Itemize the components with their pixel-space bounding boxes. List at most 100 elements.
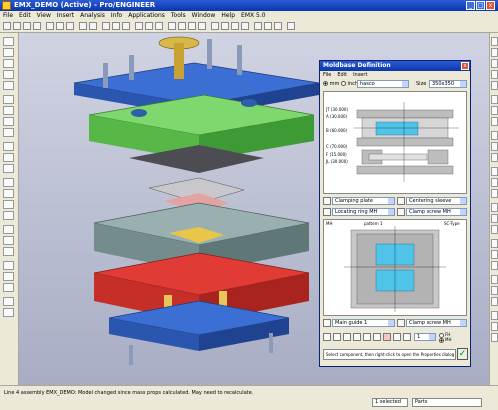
paste-icon[interactable] [66,22,74,30]
bom-icon[interactable] [3,164,14,173]
menu-info[interactable]: Info [108,11,125,20]
lifter-icon[interactable] [3,142,14,151]
feature-icon-23[interactable] [491,297,498,306]
feature-icon-12[interactable] [491,167,498,176]
info-icon[interactable] [274,22,282,30]
clamp-screw-select[interactable]: Clamp screw MH [406,208,467,216]
menu-edit[interactable]: Edit [16,11,34,20]
properties-icon[interactable] [363,333,371,341]
dialog-menu-insert[interactable]: Insert [350,72,370,78]
feature-icon-18[interactable] [491,239,498,248]
no-hidden-icon[interactable] [188,22,196,30]
round-icon[interactable] [3,272,14,281]
menu-help[interactable]: Help [218,11,238,20]
undo-icon[interactable] [79,22,87,30]
locating-ring-select[interactable]: Locating ring MH [332,208,395,216]
feature-icon-14[interactable] [491,189,498,198]
feature-icon-22[interactable] [491,286,498,295]
feature-icon-15[interactable] [491,203,498,212]
drawing-icon[interactable] [3,153,14,162]
revolve-icon[interactable] [3,236,14,245]
inch-radio[interactable] [340,81,346,86]
pattern-icon[interactable] [3,297,14,306]
menu-analysis[interactable]: Analysis [77,11,108,20]
feature-icon-24[interactable] [491,311,498,320]
save-component-icon[interactable] [343,333,351,341]
clamping-plate-select[interactable]: Clamping plate [332,197,395,205]
minimize-button[interactable]: _ [466,1,475,10]
component-icon[interactable] [3,48,14,57]
dialog-menu-file[interactable]: File [320,72,334,78]
sweep-icon[interactable] [3,247,14,256]
vendor-select[interactable]: hasco [357,80,409,88]
feature-icon-5[interactable] [491,81,498,90]
repaint-icon[interactable] [112,22,120,30]
wireframe-icon[interactable] [168,22,176,30]
chamfer-icon[interactable] [3,283,14,292]
feature-icon-2[interactable] [491,48,498,57]
plate-icon[interactable] [3,70,14,79]
datum-axis-icon[interactable] [221,22,229,30]
feature-icon-10[interactable] [491,142,498,151]
feature-icon-7[interactable] [491,106,498,115]
size-select[interactable]: 350x350 [429,80,467,88]
menu-window[interactable]: Window [189,11,219,20]
measure-icon[interactable] [264,22,272,30]
extrude-icon[interactable] [3,225,14,234]
mirror-icon[interactable] [3,308,14,317]
feature-icon-19[interactable] [491,250,498,259]
coord-sys-icon[interactable] [241,22,249,30]
feature-icon-8[interactable] [491,117,498,126]
view-icon[interactable] [353,333,361,341]
centering-sleeve-select[interactable]: Centering sleeve [406,197,467,205]
slider-icon[interactable] [3,128,14,137]
cut-icon[interactable] [46,22,54,30]
menu-tools[interactable]: Tools [168,11,189,20]
save-icon[interactable] [23,22,31,30]
info-icon[interactable] [373,333,381,341]
sketch-icon[interactable] [254,22,262,30]
refit-icon[interactable] [155,22,163,30]
feature-icon-17[interactable] [491,225,498,234]
guide-icon[interactable] [3,106,14,115]
hole-icon[interactable] [3,261,14,270]
redo-icon[interactable] [89,22,97,30]
menu-view[interactable]: View [34,11,54,20]
screw-icon[interactable] [3,81,14,90]
plan-view-panel[interactable]: MH pattern 1 SC-Type [323,219,467,316]
feature-icon-21[interactable] [491,275,498,284]
open-icon[interactable] [13,22,21,30]
feature-icon-11[interactable] [491,153,498,162]
feature-icon-1[interactable] [491,37,498,46]
regenerate-icon[interactable] [102,22,110,30]
orient-icon[interactable] [122,22,130,30]
arc-icon[interactable] [3,189,14,198]
refresh-icon[interactable] [403,333,411,341]
dialog-menu-edit[interactable]: Edit [334,72,350,78]
copy-icon[interactable] [56,22,64,30]
feature-icon-6[interactable] [491,95,498,104]
close-button[interactable]: x [486,1,495,10]
mh-radio[interactable] [439,338,444,343]
hidden-line-icon[interactable] [178,22,186,30]
spline-icon[interactable] [3,200,14,209]
feature-icon-20[interactable] [491,261,498,270]
datum-plane-icon[interactable] [211,22,219,30]
feature-icon-26[interactable] [491,333,498,342]
curve-icon[interactable] [3,211,14,220]
help-icon[interactable] [287,22,295,30]
section-view-panel[interactable]: JT (30.000) A (30.000) B (60.000) C (70.… [323,91,467,194]
print-icon[interactable] [33,22,41,30]
menu-applications[interactable]: Applications [125,11,168,20]
bom-icon[interactable] [393,333,401,341]
feature-icon-4[interactable] [491,70,498,79]
feature-icon-25[interactable] [491,322,498,331]
new-icon[interactable] [3,22,11,30]
zoom-out-icon[interactable] [145,22,153,30]
menu-emx[interactable]: EMX 5.0 [238,11,269,20]
open-component-icon[interactable] [333,333,341,341]
main-guide-select[interactable]: Main guide 1 [332,319,395,327]
feature-icon-16[interactable] [491,214,498,223]
moldbase-icon[interactable] [3,59,14,68]
ok-button[interactable]: ✓ [457,348,468,360]
